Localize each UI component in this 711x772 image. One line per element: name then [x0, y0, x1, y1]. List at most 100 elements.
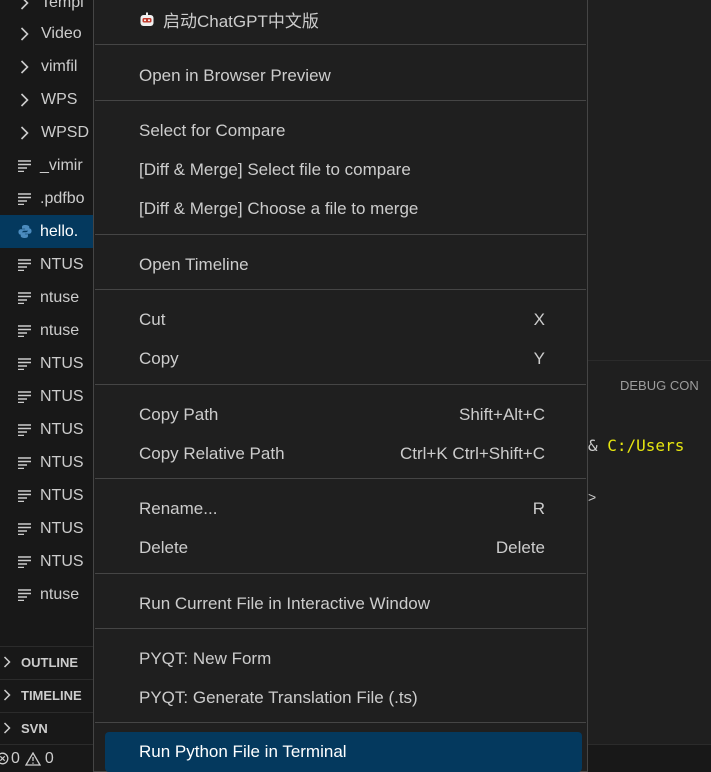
python-file-icon [18, 224, 32, 239]
tree-label: .pdfbo [40, 189, 85, 207]
tree-file[interactable]: _vimir [0, 149, 93, 182]
menu-label: Open Timeline [139, 254, 249, 274]
tree-folder-wpsd[interactable]: WPSD [0, 116, 93, 149]
error-count: 0 [11, 749, 20, 767]
menu-item-copy-path[interactable]: Copy Path Shift+Alt+C [105, 397, 582, 432]
tree-label: NTUS [40, 486, 84, 504]
menu-item-diff-select-file[interactable]: [Diff & Merge] Select file to compare [105, 152, 582, 187]
menu-label: PYQT: Generate Translation File (.ts) [139, 687, 418, 707]
menu-separator [95, 628, 586, 629]
text-file-icon [18, 390, 32, 403]
tree-label: ntuse [40, 585, 80, 603]
tree-file[interactable]: NTUS [0, 479, 93, 512]
tree-label: vimfil [41, 57, 78, 75]
tree-file[interactable]: ntuse [0, 281, 93, 314]
tree-file[interactable]: NTUS [0, 380, 93, 413]
menu-label: Rename... [139, 498, 218, 518]
menu-item-rename[interactable]: Rename... R [105, 491, 582, 526]
menu-separator [95, 234, 586, 235]
text-file-icon [18, 423, 32, 436]
tree-file[interactable]: ntuse [0, 578, 93, 611]
text-file-icon [18, 588, 32, 601]
timeline-section-header[interactable]: TIMELINE [0, 679, 93, 710]
tree-file[interactable]: NTUS [0, 413, 93, 446]
menu-item-cut[interactable]: Cut X [105, 302, 582, 337]
chevron-right-icon [20, 59, 32, 74]
menu-label: Select for Compare [139, 120, 286, 140]
text-file-icon [18, 291, 32, 304]
menu-separator [95, 100, 586, 101]
terminal-command-line: & C:/Users [588, 436, 684, 455]
chevron-right-icon [3, 689, 13, 701]
menu-item-open-timeline[interactable]: Open Timeline [105, 247, 582, 282]
chevron-right-icon [3, 722, 13, 734]
menu-label: [Diff & Merge] Choose a file to merge [139, 198, 419, 218]
menu-item-run-python-terminal[interactable]: Run Python File in Terminal [105, 732, 582, 772]
text-file-icon [18, 456, 32, 469]
menu-item-pyqt-translation[interactable]: PYQT: Generate Translation File (.ts) [105, 680, 582, 715]
tree-label: NTUS [40, 519, 84, 537]
tree-file[interactable]: NTUS [0, 248, 93, 281]
menu-separator [95, 573, 586, 574]
menu-item-chatgpt[interactable]: 启动ChatGPT中文版 [105, 2, 582, 37]
outline-section-header[interactable]: OUTLINE [0, 646, 93, 677]
menu-item-select-for-compare[interactable]: Select for Compare [105, 113, 582, 148]
tree-file[interactable]: .pdfbo [0, 182, 93, 215]
tree-label: hello. [40, 222, 79, 240]
menu-item-open-browser-preview[interactable]: Open in Browser Preview [105, 58, 582, 93]
menu-label: Run Python File in Terminal [139, 742, 347, 761]
tree-label: NTUS [40, 420, 84, 438]
svn-section-header[interactable]: SVN [0, 712, 93, 743]
menu-separator [95, 44, 586, 45]
svn-label: SVN [21, 720, 48, 736]
tree-file[interactable]: ntuse [0, 314, 93, 347]
menu-item-run-interactive[interactable]: Run Current File in Interactive Window [105, 586, 582, 621]
menu-separator [95, 384, 586, 385]
text-file-icon [18, 357, 32, 370]
tree-file[interactable]: NTUS [0, 545, 93, 578]
tree-label: Templ [41, 0, 84, 11]
tree-file-selected[interactable]: hello. [0, 215, 93, 248]
text-file-icon [18, 192, 32, 205]
menu-shortcut: Shift+Alt+C [459, 404, 545, 424]
menu-label: 启动ChatGPT中文版 [163, 12, 319, 31]
tree-folder-wps[interactable]: WPS [0, 83, 93, 116]
text-file-icon [18, 159, 32, 172]
tree-label: NTUS [40, 354, 84, 372]
chevron-right-icon [20, 125, 32, 140]
menu-shortcut: Delete [495, 537, 545, 557]
menu-item-diff-choose-file[interactable]: [Diff & Merge] Choose a file to merge [105, 191, 582, 226]
chevron-right-icon [20, 0, 32, 10]
warning-icon [24, 751, 41, 766]
menu-item-copy[interactable]: Copy Y [105, 341, 582, 376]
terminal-prompt: > [588, 489, 597, 505]
terminal-ampersand: & [588, 436, 608, 455]
menu-item-pyqt-new-form[interactable]: PYQT: New Form [105, 641, 582, 676]
tree-file[interactable]: NTUS [0, 347, 93, 380]
tree-label: WPS [41, 90, 78, 108]
menu-separator [95, 722, 586, 723]
tree-label: WPSD [41, 123, 89, 141]
panel-divider [585, 360, 711, 361]
tab-debug-console[interactable]: DEBUG CON [620, 378, 699, 393]
tree-label: ntuse [40, 288, 80, 306]
problems-indicator[interactable]: 0 0 [0, 750, 54, 768]
tree-folder-vimfiles[interactable]: vimfil [0, 50, 93, 83]
tree-label: NTUS [40, 453, 84, 471]
tree-file[interactable]: NTUS [0, 512, 93, 545]
warning-count: 0 [44, 749, 54, 767]
timeline-label: TIMELINE [21, 687, 82, 703]
tree-folder-videos[interactable]: Video [0, 17, 93, 50]
menu-item-delete[interactable]: Delete Delete [105, 530, 582, 565]
menu-shortcut: X [533, 309, 545, 329]
menu-label: Cut [139, 309, 166, 329]
menu-item-copy-relative-path[interactable]: Copy Relative Path Ctrl+K Ctrl+Shift+C [105, 436, 582, 471]
text-file-icon [18, 324, 32, 337]
tree-label: Video [41, 24, 82, 42]
tree-label: NTUS [40, 255, 84, 273]
chevron-right-icon [20, 92, 32, 107]
editor-area [585, 0, 711, 744]
text-file-icon [18, 258, 32, 271]
tree-file[interactable]: NTUS [0, 446, 93, 479]
tree-label: NTUS [40, 552, 84, 570]
